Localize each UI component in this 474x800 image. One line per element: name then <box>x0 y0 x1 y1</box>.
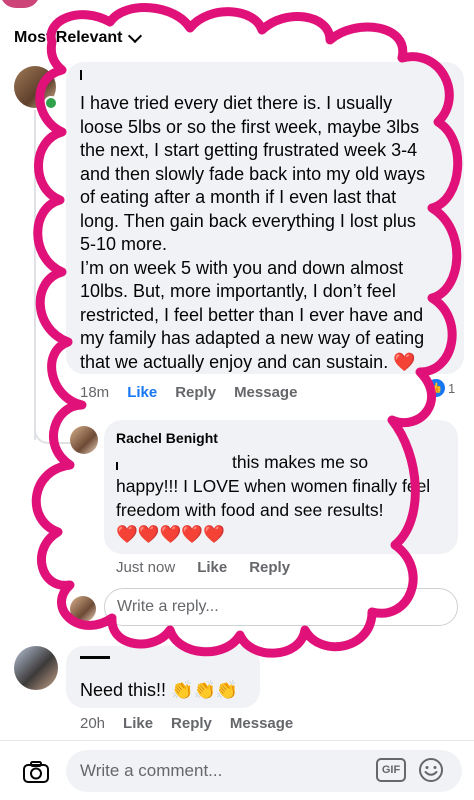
reply-button[interactable]: Reply <box>171 715 212 732</box>
message-button[interactable]: Message <box>234 384 297 401</box>
comment-line: I’m on week 5 with you and down almost <box>80 257 404 278</box>
reply-button[interactable]: Reply <box>249 559 290 576</box>
comment-input[interactable]: Write a comment... GIF <box>66 750 462 792</box>
gif-label: GIF <box>381 764 401 776</box>
reaction-count[interactable]: 👍 1 <box>424 378 459 398</box>
thread-line <box>34 110 36 440</box>
comment-text: Need this!! 👏👏👏 <box>80 680 239 700</box>
reply-author-name[interactable]: Rachel Benight <box>116 430 218 446</box>
comment-actions: 20h Like Reply Message <box>80 715 311 732</box>
comment-bubble[interactable]: I have tried every diet there is. I usua… <box>66 62 464 374</box>
sort-label: Most Relevant <box>14 29 123 46</box>
avatar[interactable] <box>70 426 98 454</box>
comment-line: that we actually enjoy and can sustain. … <box>80 351 416 372</box>
comment-time: 20h <box>80 715 106 732</box>
camera-icon[interactable] <box>22 758 50 786</box>
reply-actions: Just now Like Reply <box>116 559 308 576</box>
reply-hearts: ❤️❤️❤️❤️❤️ <box>116 524 225 544</box>
avatar <box>70 596 96 622</box>
reply-text-line: this makes me so <box>232 452 369 472</box>
comment-input-placeholder: Write a comment... <box>80 761 223 780</box>
top-button[interactable] <box>0 0 40 8</box>
reply-input[interactable]: Write a reply... <box>104 588 458 626</box>
chevron-down-icon <box>128 28 143 44</box>
message-button[interactable]: Message <box>230 715 293 732</box>
comment-bubble[interactable]: Need this!! 👏👏👏 <box>66 646 260 708</box>
bottom-divider <box>0 740 474 741</box>
reply-text-line: freedom with food and see results! <box>116 500 384 520</box>
comment-line: 5-10 more. <box>80 234 168 254</box>
comment-line: and then slowly fade back into my old wa… <box>80 163 426 184</box>
like-button[interactable]: Like <box>127 384 157 401</box>
comment-line: I have tried every diet there is. I usua… <box>80 93 393 113</box>
reply-time: Just now <box>116 559 176 576</box>
reply-text-line: happy!!! I LOVE when women finally feel <box>116 476 431 496</box>
like-button[interactable]: Like <box>123 715 153 732</box>
thumbs-up-icon: 👍 <box>427 379 445 397</box>
like-button[interactable]: Like <box>197 559 227 576</box>
mention-redacted <box>116 462 118 470</box>
comment-line: long. Then gain back everything I lost p… <box>80 210 416 231</box>
reaction-count-number: 1 <box>448 380 456 396</box>
gif-icon[interactable]: GIF <box>376 758 406 782</box>
redaction-mark <box>80 70 82 80</box>
sort-dropdown[interactable]: Most Relevant <box>14 28 143 48</box>
reply-input-placeholder: Write a reply... <box>117 598 219 615</box>
emoji-icon[interactable] <box>418 757 444 783</box>
online-indicator <box>44 96 58 110</box>
thread-branch <box>34 420 72 444</box>
avatar[interactable] <box>14 646 58 690</box>
reply-button[interactable]: Reply <box>175 384 216 401</box>
comment-line: 10lbs. But, more importantly, I don’t fe… <box>80 281 396 301</box>
comment-line: my family has adapted a new way of eatin… <box>80 328 425 348</box>
comment-line: the next, I start getting frustrated wee… <box>80 140 418 160</box>
comment-text: I have tried every diet there is. I usua… <box>80 92 460 374</box>
redaction-mark <box>80 656 110 659</box>
comment-line: of eating after a month if I even last t… <box>80 187 397 207</box>
reply-bubble[interactable]: Rachel Benight this makes me so happy!!!… <box>104 420 458 554</box>
comment-actions: 18m Like Reply Message <box>80 384 315 401</box>
comment-line: loose 5lbs or so the first week, maybe 3… <box>80 116 420 137</box>
comment-time: 18m <box>80 384 110 401</box>
comment-line: restricted, I feel better than I ever ha… <box>80 304 424 325</box>
